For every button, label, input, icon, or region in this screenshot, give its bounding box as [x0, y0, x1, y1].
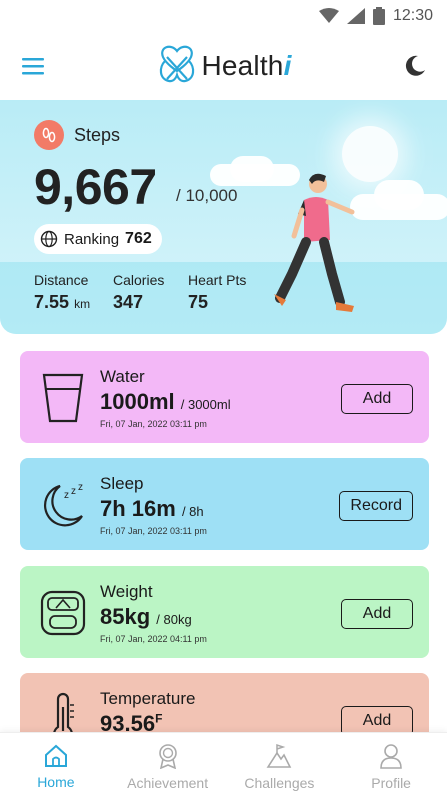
nav-challenges[interactable]: Challenges	[224, 733, 336, 800]
steps-panel: Steps 9,667 / 10,000 Ranking 762 Distanc…	[0, 100, 447, 334]
cloud-decoration	[374, 180, 424, 210]
sleep-record-button[interactable]: Record	[339, 491, 413, 521]
moon-sleep-icon: z z z	[43, 482, 83, 527]
app-header: Healthi	[0, 32, 447, 100]
nav-home[interactable]: Home	[0, 733, 112, 800]
water-card: Water 1000ml / 3000ml Fri, 07 Jan, 2022 …	[20, 351, 429, 443]
nav-profile-label: Profile	[371, 774, 411, 791]
home-icon	[44, 744, 67, 767]
status-bar: 12:30	[0, 0, 447, 32]
user-icon	[380, 743, 402, 769]
water-add-button[interactable]: Add	[341, 384, 413, 414]
temperature-title: Temperature	[100, 689, 196, 708]
nav-achievement-label: Achievement	[127, 774, 209, 791]
wifi-icon	[318, 8, 339, 23]
brand-name: Healthi	[201, 50, 292, 81]
water-amount: 1000ml / 3000ml	[100, 389, 231, 414]
scale-icon	[40, 590, 86, 636]
moon-icon[interactable]	[403, 54, 427, 78]
signal-icon	[346, 8, 365, 24]
sleep-title: Sleep	[100, 474, 144, 493]
globe-icon	[40, 230, 58, 248]
weight-card: Weight 85kg / 80kg Fri, 07 Jan, 2022 04:…	[20, 566, 429, 658]
stat-distance: Distance 7.55 km	[34, 272, 91, 312]
steps-count: 9,667	[34, 159, 157, 215]
water-title: Water	[100, 367, 145, 386]
steps-header: Steps	[34, 120, 120, 150]
steps-title: Steps	[74, 124, 121, 145]
weight-date: Fri, 07 Jan, 2022 04:11 pm	[100, 634, 207, 644]
weight-add-button[interactable]: Add	[341, 599, 413, 629]
water-date: Fri, 07 Jan, 2022 03:11 pm	[100, 419, 207, 429]
weight-title: Weight	[100, 582, 153, 601]
bottom-navigation: Home Achievement Challenges Profile	[0, 732, 447, 800]
heart-logo-icon	[160, 45, 195, 83]
menu-icon[interactable]	[20, 56, 46, 76]
stat-heart-points: Heart Pts 75	[188, 272, 247, 312]
nav-home-label: Home	[37, 773, 75, 790]
nav-challenges-label: Challenges	[244, 774, 315, 791]
app-logo: Healthi	[157, 45, 291, 87]
sleep-amount: 7h 16m / 8h	[100, 496, 204, 521]
svg-text:z: z	[71, 486, 76, 497]
weight-amount: 85kg / 80kg	[100, 604, 192, 629]
steps-goal: / 10,000	[176, 186, 238, 205]
ranking-value: 762	[125, 230, 152, 247]
nav-achievement[interactable]: Achievement	[112, 733, 224, 800]
battery-icon	[372, 7, 385, 25]
mountain-flag-icon	[266, 743, 292, 768]
ranking-badge[interactable]: Ranking 762	[34, 224, 162, 254]
water-glass-icon	[42, 373, 84, 423]
svg-text:z: z	[78, 482, 83, 493]
sleep-date: Fri, 07 Jan, 2022 03:11 pm	[100, 526, 207, 536]
clock: 12:30	[392, 7, 433, 24]
nav-profile[interactable]: Profile	[335, 733, 447, 800]
footprints-icon	[34, 120, 64, 150]
sleep-card: z z z Sleep 7h 16m / 8h Fri, 07 Jan, 202…	[20, 458, 429, 550]
runner-illustration	[274, 173, 355, 312]
stat-calories: Calories 347	[113, 272, 165, 312]
svg-text:z: z	[64, 490, 69, 501]
ranking-label: Ranking	[64, 230, 120, 248]
medal-icon	[158, 743, 177, 769]
